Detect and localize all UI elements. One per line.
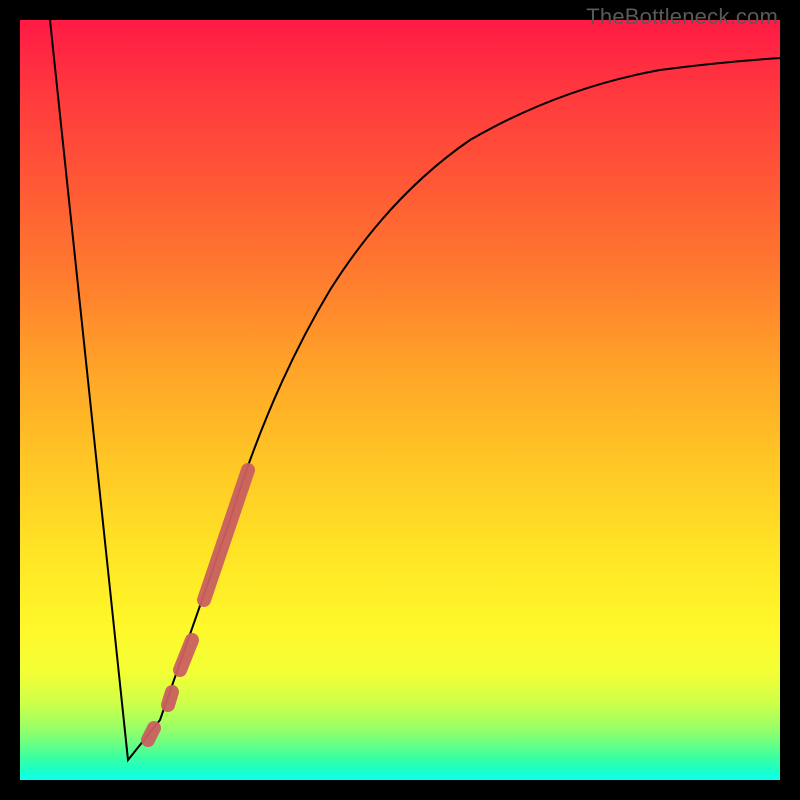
curve-layer xyxy=(20,20,780,780)
highlight-segment-dot-1 xyxy=(168,692,172,705)
highlight-segment-mid xyxy=(180,640,192,670)
highlight-segment-dot-2 xyxy=(148,728,154,740)
bottleneck-curve xyxy=(50,20,780,760)
watermark: TheBottleneck.com xyxy=(586,4,778,30)
highlight-segment-top xyxy=(204,470,248,600)
plot-area xyxy=(20,20,780,780)
chart-frame: TheBottleneck.com xyxy=(0,0,800,800)
